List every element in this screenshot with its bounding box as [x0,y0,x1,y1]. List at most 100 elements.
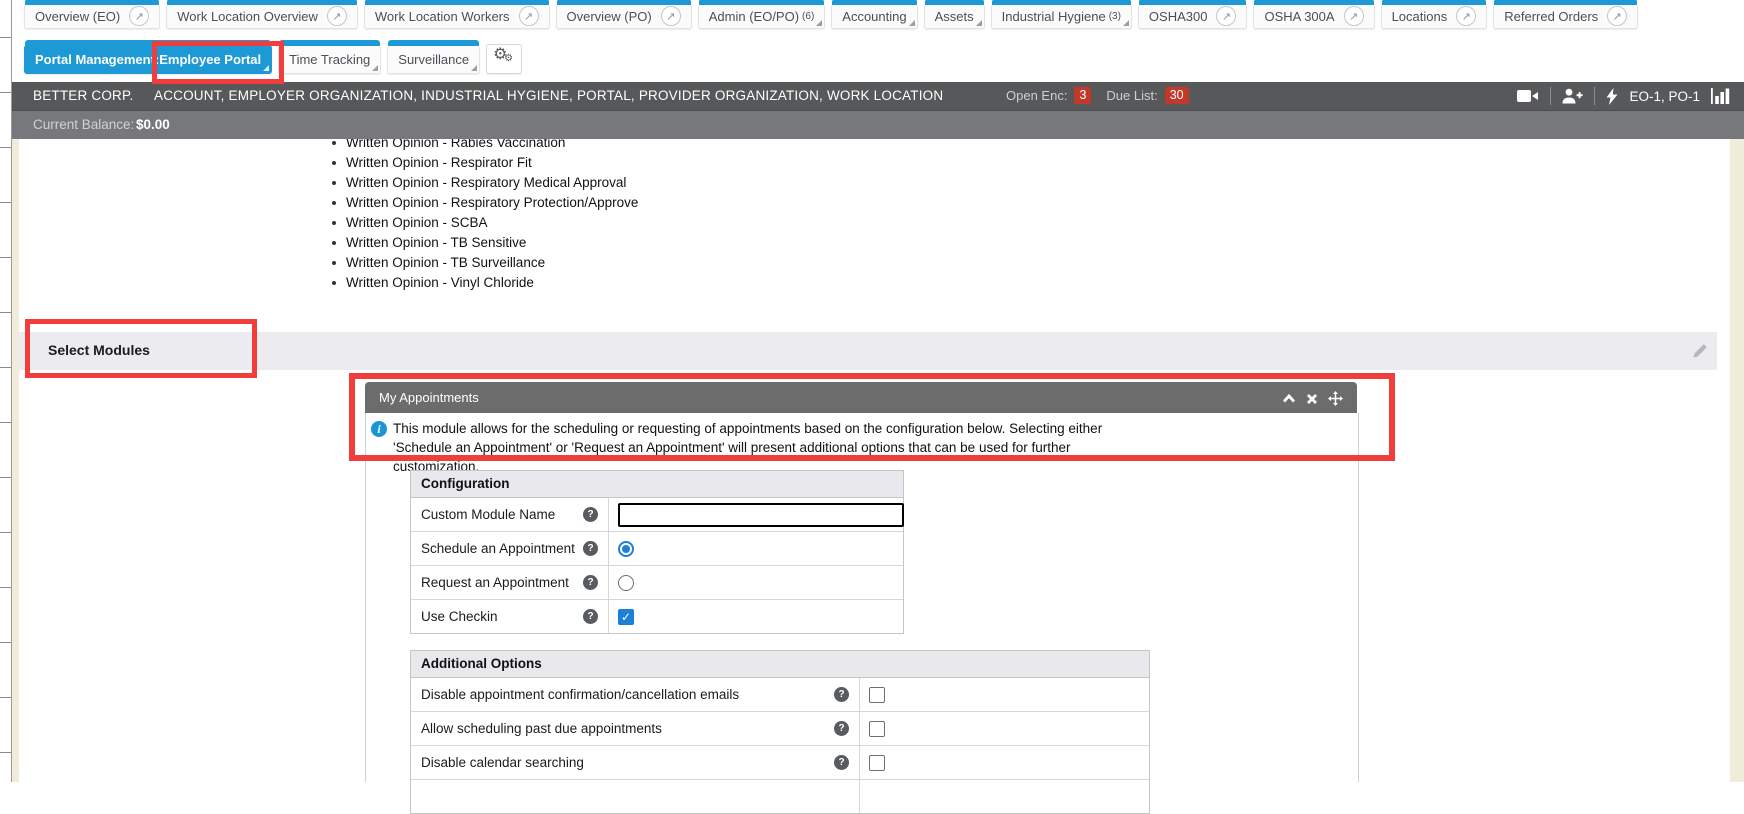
custom-module-name-input[interactable] [618,503,904,527]
help-question-icon[interactable]: ? [834,755,849,770]
help-question-icon[interactable]: ? [583,575,598,590]
info-icon: i [371,421,387,437]
balance-label: Current Balance: [33,117,134,132]
popout-icon[interactable]: ↗ [1456,6,1476,26]
tab-label: Surveillance [398,52,469,67]
tab-bar-secondary: Portal Management:Employee Portal Time T… [24,44,522,74]
table-row: Request an Appointment ? [411,566,903,600]
tab-accounting[interactable]: Accounting [831,4,917,29]
help-question-icon[interactable]: ? [583,609,598,624]
popout-icon[interactable]: ↗ [327,6,347,26]
add-person-icon[interactable] [1562,88,1583,104]
request-appointment-radio[interactable] [618,575,634,591]
left-ruler-column [0,0,12,782]
list-item: Written Opinion - Respiratory Protection… [330,193,638,213]
help-question-icon[interactable]: ? [834,687,849,702]
tab-settings-gear-button[interactable]: ⚙ ⚙ [486,44,522,74]
balance-value: $0.00 [136,117,170,132]
remove-module-icon[interactable] [1306,393,1318,405]
tab-referred-orders[interactable]: Referred Orders ↗ [1493,4,1638,29]
tab-overview-eo[interactable]: Overview (EO) ↗ [24,4,160,29]
tab-count-badge: (3) [1109,11,1121,22]
popout-icon[interactable]: ↗ [1344,6,1364,26]
popout-icon[interactable]: ↗ [1607,6,1627,26]
row-label: Schedule an Appointment [421,532,575,565]
row-label: Disable calendar searching [421,746,584,779]
help-question-icon[interactable]: ? [583,507,598,522]
divider [1550,87,1551,105]
tab-osha300[interactable]: OSHA300 ↗ [1138,4,1248,29]
tab-label: Accounting [842,9,906,24]
row-label: Allow scheduling past due appointments [421,712,662,745]
tab-label: OSHA300 [1149,9,1208,24]
row-label: Disable appointment confirmation/cancell… [421,678,739,711]
written-opinion-list: Written Opinion - Rabies Vaccination Wri… [330,133,638,293]
column-divider [608,532,609,565]
tab-surveillance[interactable]: Surveillance [387,45,480,74]
bar-chart-icon[interactable] [1711,88,1730,104]
list-item: Written Opinion - TB Surveillance [330,253,638,273]
popout-icon[interactable]: ↗ [129,6,149,26]
row-label: Use Checkin [421,600,498,633]
context-header-bar: BETTER CORP. ACCOUNT, EMPLOYER ORGANIZAT… [11,82,1744,110]
tab-label: Work Location Workers [375,9,510,24]
right-margin-strip [1730,138,1744,782]
lightning-icon[interactable] [1606,88,1618,105]
tab-work-location-workers[interactable]: Work Location Workers ↗ [364,4,550,29]
disable-confirmation-emails-checkbox[interactable] [869,687,885,703]
allow-past-due-checkbox[interactable] [869,721,885,737]
popout-icon[interactable]: ↗ [519,6,539,26]
tab-work-location-overview[interactable]: Work Location Overview ↗ [166,4,358,29]
table-row: Use Checkin ? ✓ [411,600,903,633]
popout-icon[interactable]: ↗ [1216,6,1236,26]
tab-time-tracking[interactable]: Time Tracking [278,45,381,74]
tab-industrial-hygiene[interactable]: Industrial Hygiene (3) [991,4,1132,29]
tab-label: Locations [1392,9,1448,24]
list-item: Written Opinion - Respirator Fit [330,153,638,173]
disable-calendar-searching-checkbox[interactable] [869,755,885,771]
list-item: Written Opinion - Vinyl Chloride [330,273,638,293]
tab-label: Referred Orders [1504,9,1598,24]
tab-locations[interactable]: Locations ↗ [1381,4,1488,29]
tab-admin-eo-po[interactable]: Admin (EO/PO) (6) [698,4,826,29]
tab-bar-primary: Overview (EO) ↗ Work Location Overview ↗… [24,4,1638,29]
open-enc-badge[interactable]: 3 [1074,87,1091,104]
tab-label: Portal Management:Employee Portal [35,52,261,67]
table-row: Allow scheduling past due appointments ? [411,712,1149,746]
help-question-icon[interactable]: ? [834,721,849,736]
collapse-chevron-icon[interactable] [1282,393,1296,404]
tab-overview-po[interactable]: Overview (PO) ↗ [556,4,692,29]
select-modules-title: Select Modules [48,342,150,358]
left-margin-strip [12,138,19,782]
edit-pencil-icon[interactable] [1691,342,1709,365]
header-icons: EO-1, PO-1 [1517,87,1730,105]
divider [1594,87,1595,105]
balance-bar: Current Balance: $0.00 [11,110,1744,139]
module-title-bar[interactable]: My Appointments [365,382,1357,413]
tab-label: Admin (EO/PO) [709,9,799,24]
tab-label: Industrial Hygiene [1002,9,1106,24]
gear-icon: ⚙ [504,54,513,64]
due-list-badge[interactable]: 30 [1165,87,1189,104]
tab-osha-300a[interactable]: OSHA 300A ↗ [1253,4,1374,29]
column-divider [859,746,860,779]
tab-label: Overview (PO) [567,9,652,24]
tab-label: Assets [935,9,974,24]
help-question-icon[interactable]: ? [583,541,598,556]
column-divider [608,498,609,531]
tab-portal-management-employee-portal[interactable]: Portal Management:Employee Portal [24,45,272,74]
module-info-note: i This module allows for the scheduling … [371,419,1351,476]
tab-assets[interactable]: Assets [924,4,985,29]
table-row-partial [411,780,1149,813]
due-list-label: Due List: [1106,88,1157,103]
use-checkin-checkbox[interactable]: ✓ [618,609,634,625]
row-label: Request an Appointment [421,566,569,599]
configuration-table: Configuration Custom Module Name ? Sched… [410,470,904,634]
tab-label: OSHA 300A [1264,9,1334,24]
additional-options-table: Additional Options Disable appointment c… [410,650,1150,814]
table-row: Custom Module Name ? [411,498,903,532]
video-camera-icon[interactable] [1517,89,1539,103]
schedule-appointment-radio[interactable] [618,541,634,557]
move-module-icon[interactable] [1328,391,1343,406]
popout-icon[interactable]: ↗ [661,6,681,26]
